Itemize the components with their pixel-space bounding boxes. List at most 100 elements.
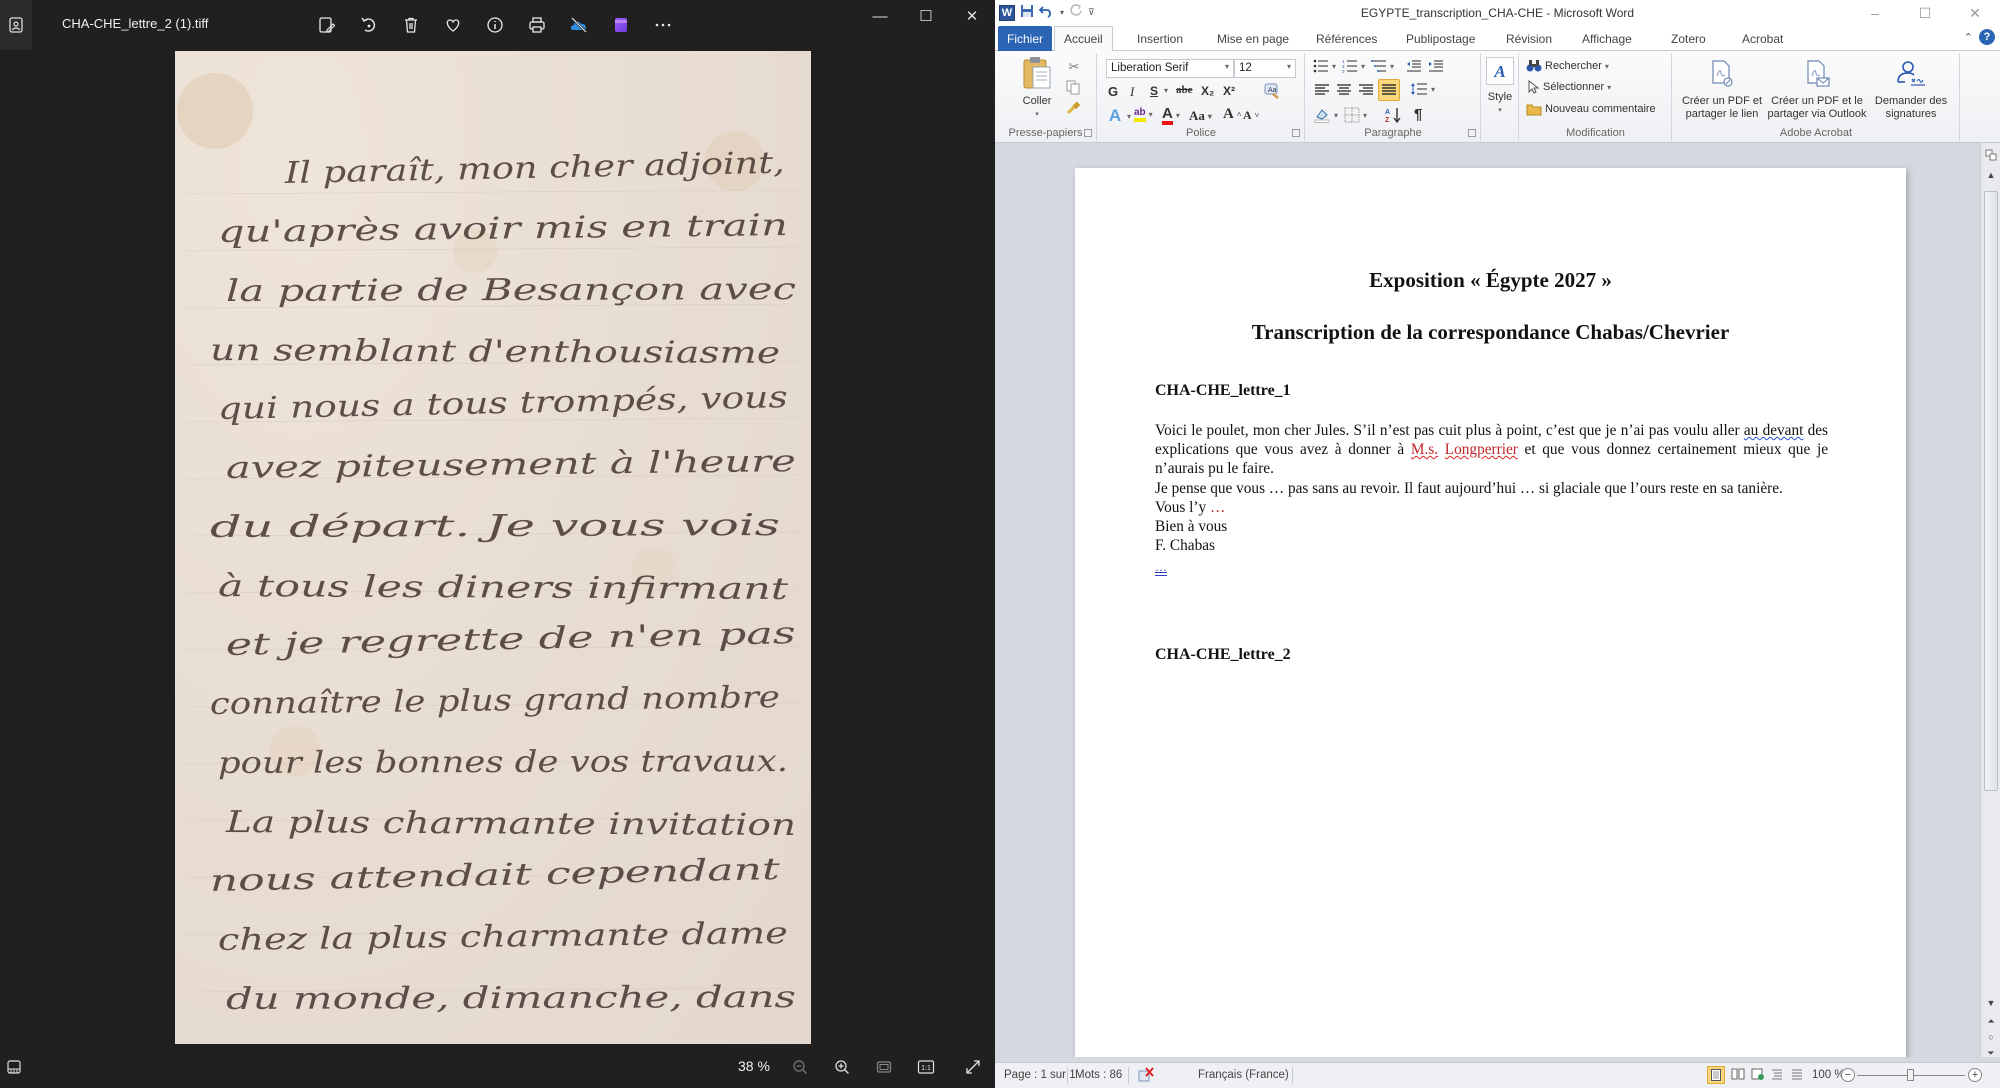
fullscreen-icon[interactable] bbox=[959, 1054, 987, 1080]
zoom-slider-thumb[interactable] bbox=[1907, 1069, 1914, 1081]
find-button[interactable]: Rechercher ▾ bbox=[1526, 59, 1609, 73]
paragraph-launcher-icon[interactable] bbox=[1468, 129, 1476, 137]
align-left-icon[interactable] bbox=[1314, 83, 1330, 97]
shrink-font-button[interactable]: A ˅ bbox=[1243, 108, 1259, 123]
draft-view-icon[interactable] bbox=[1791, 1068, 1803, 1083]
zoom-out-button[interactable]: − bbox=[1841, 1068, 1855, 1082]
clipboard-launcher-icon[interactable] bbox=[1084, 129, 1092, 137]
superscript-button[interactable]: X² bbox=[1223, 84, 1235, 98]
help-icon[interactable]: ? bbox=[1979, 29, 1995, 45]
browse-object-icon[interactable]: ○ bbox=[1983, 1029, 1999, 1045]
maximize-button[interactable]: ☐ bbox=[903, 0, 949, 32]
fit-to-window-icon[interactable] bbox=[870, 1054, 898, 1080]
word-close-button[interactable]: ✕ bbox=[1950, 0, 2000, 26]
justify-icon[interactable] bbox=[1378, 79, 1400, 101]
image-canvas[interactable]: Il paraît, mon cher adjoint, qu'après avo… bbox=[0, 50, 995, 1045]
minimize-button[interactable]: — bbox=[857, 0, 903, 32]
numbering-icon[interactable]: 1 2 3 ▾ bbox=[1342, 59, 1365, 73]
format-painter-icon[interactable] bbox=[1065, 100, 1081, 116]
word-minimize-button[interactable]: – bbox=[1850, 0, 1900, 26]
font-size-combo[interactable]: 12 ▾ bbox=[1234, 59, 1296, 78]
scroll-down-icon[interactable]: ▼ bbox=[1983, 995, 1999, 1011]
italic-button[interactable]: I bbox=[1130, 84, 1134, 100]
ruler-toggle-icon[interactable] bbox=[1983, 147, 1999, 163]
language-indicator[interactable]: Français (France) bbox=[1198, 1069, 1289, 1081]
grow-font-button[interactable]: A ˄ bbox=[1223, 106, 1241, 123]
outline-view-icon[interactable] bbox=[1771, 1068, 1783, 1083]
tab-references[interactable]: Références bbox=[1307, 26, 1386, 51]
grammar-flagged-text[interactable]: au devant bbox=[1744, 422, 1803, 439]
zoom-in-icon[interactable] bbox=[828, 1054, 856, 1080]
minimize-ribbon-icon[interactable]: ⌃ bbox=[1964, 31, 1973, 44]
clipchamp-icon[interactable] bbox=[604, 8, 638, 42]
bold-button[interactable]: G bbox=[1108, 84, 1118, 99]
underline-dropdown-icon[interactable]: ▾ bbox=[1164, 86, 1168, 95]
proofing-errors-icon[interactable] bbox=[1137, 1066, 1155, 1087]
text-effects-icon[interactable]: A ▾ bbox=[1106, 106, 1131, 125]
paste-button[interactable]: Coller ▾ bbox=[1017, 55, 1057, 121]
cut-icon[interactable]: ✂ bbox=[1065, 58, 1083, 76]
delete-icon[interactable] bbox=[394, 8, 428, 42]
strikethrough-button[interactable]: abe bbox=[1176, 84, 1193, 96]
rotate-icon[interactable] bbox=[352, 8, 386, 42]
document-page[interactable]: Exposition « Égypte 2027 » Transcription… bbox=[1075, 168, 1906, 1057]
onedrive-sync-off-icon[interactable] bbox=[562, 8, 596, 42]
shading-icon[interactable]: ▾ bbox=[1313, 107, 1338, 123]
show-formatting-marks-button[interactable]: ¶ bbox=[1414, 106, 1422, 123]
tab-affichage[interactable]: Affichage bbox=[1573, 26, 1641, 51]
tracked-change-mark[interactable]: … bbox=[1155, 560, 1167, 574]
create-pdf-outlook-button[interactable]: Créer un PDF et le partager via Outlook bbox=[1766, 59, 1868, 121]
subscript-button[interactable]: X₂ bbox=[1201, 84, 1214, 98]
tab-zotero[interactable]: Zotero bbox=[1662, 26, 1715, 51]
underline-button[interactable]: S bbox=[1150, 84, 1158, 98]
decrease-indent-icon[interactable] bbox=[1406, 59, 1422, 73]
change-case-button[interactable]: Aa ▾ bbox=[1189, 108, 1212, 124]
tab-fichier[interactable]: Fichier bbox=[998, 26, 1053, 51]
web-layout-icon[interactable] bbox=[1751, 1068, 1765, 1083]
zoom-percentage[interactable]: 100 % bbox=[1812, 1069, 1845, 1081]
vertical-scrollbar[interactable]: ▲ ▼ ⏶ ○ ⏷ bbox=[1980, 143, 2000, 1058]
spelling-flagged-text[interactable]: Longperrier bbox=[1445, 441, 1518, 458]
zoom-out-icon[interactable] bbox=[786, 1054, 814, 1080]
page-count[interactable]: Page : 1 sur 1 bbox=[1004, 1069, 1076, 1081]
handwritten-letter-image[interactable]: Il paraît, mon cher adjoint, qu'après avo… bbox=[175, 51, 811, 1044]
new-comment-button[interactable]: Nouveau commentaire bbox=[1526, 102, 1656, 116]
line-spacing-icon[interactable]: ▾ bbox=[1410, 81, 1435, 97]
borders-icon[interactable]: ▾ bbox=[1344, 107, 1367, 123]
flagged-ellipsis[interactable]: … bbox=[1210, 499, 1225, 516]
font-launcher-icon[interactable] bbox=[1292, 129, 1300, 137]
edit-image-icon[interactable] bbox=[310, 8, 344, 42]
align-center-icon[interactable] bbox=[1336, 83, 1352, 97]
zoom-in-button[interactable]: + bbox=[1968, 1068, 1982, 1082]
previous-page-icon[interactable]: ⏶ bbox=[1983, 1013, 1999, 1029]
favorite-heart-icon[interactable] bbox=[436, 8, 470, 42]
tab-mise-en-page[interactable]: Mise en page bbox=[1208, 26, 1298, 51]
spelling-flagged-text[interactable]: M.s. bbox=[1411, 441, 1438, 458]
filmstrip-icon[interactable] bbox=[0, 1054, 28, 1080]
bullets-icon[interactable]: ▾ bbox=[1313, 59, 1336, 73]
copy-icon[interactable] bbox=[1065, 79, 1081, 95]
multilevel-list-icon[interactable]: ▾ bbox=[1371, 59, 1394, 73]
more-options-icon[interactable] bbox=[646, 8, 680, 42]
next-page-icon[interactable]: ⏷ bbox=[1983, 1045, 1999, 1061]
photos-app-icon[interactable] bbox=[0, 0, 32, 50]
actual-size-icon[interactable]: 1:1 bbox=[912, 1054, 940, 1080]
tab-acrobat[interactable]: Acrobat bbox=[1733, 26, 1792, 51]
tab-accueil[interactable]: Accueil bbox=[1054, 26, 1113, 52]
word-maximize-button[interactable]: ☐ bbox=[1900, 0, 1950, 26]
sort-icon[interactable]: AZ bbox=[1384, 106, 1402, 124]
font-color-icon[interactable]: A ▾ bbox=[1162, 106, 1180, 125]
clear-formatting-icon[interactable]: Aa bbox=[1263, 82, 1281, 100]
style-button[interactable]: A Style ▾ bbox=[1485, 57, 1515, 117]
align-right-icon[interactable] bbox=[1358, 83, 1374, 97]
scroll-up-icon[interactable]: ▲ bbox=[1983, 167, 1999, 183]
font-name-combo[interactable]: Liberation Serif ▾ bbox=[1106, 59, 1234, 78]
document-area[interactable]: Exposition « Égypte 2027 » Transcription… bbox=[995, 143, 1980, 1057]
create-pdf-share-link-button[interactable]: Créer un PDF et partager le lien bbox=[1677, 59, 1767, 121]
tab-publipostage[interactable]: Publipostage bbox=[1397, 26, 1484, 51]
increase-indent-icon[interactable] bbox=[1428, 59, 1444, 73]
word-count[interactable]: Mots : 86 bbox=[1075, 1069, 1122, 1081]
tab-insertion[interactable]: Insertion bbox=[1128, 26, 1192, 51]
print-icon[interactable] bbox=[520, 8, 554, 42]
scrollbar-thumb[interactable] bbox=[1984, 191, 1998, 791]
